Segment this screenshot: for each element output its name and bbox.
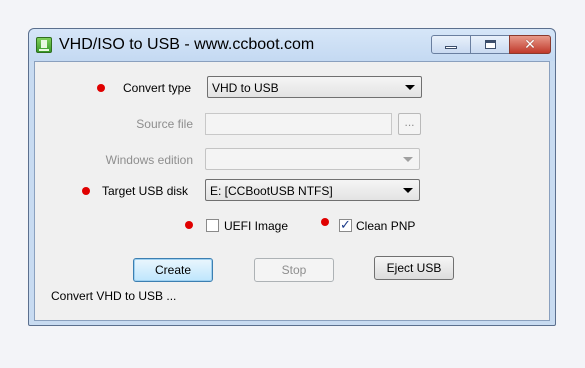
target-usb-disk-value: E: [CCBootUSB NTFS] [210,184,333,198]
windows-edition-label: Windows edition [105,153,193,167]
target-usb-disk-dropdown[interactable]: E: [CCBootUSB NTFS] [205,179,420,201]
clean-pnp-label[interactable]: Clean PNP [356,219,415,233]
clean-pnp-checkbox[interactable]: ✓ [339,217,352,232]
dialog-body: Convert type VHD to USB Source file ... … [34,61,550,321]
required-indicator-clean-pnp [321,218,329,226]
convert-type-label: Convert type [123,81,192,95]
windows-edition-dropdown[interactable] [205,148,420,170]
app-window: VHD/ISO to USB - www.ccboot.com ✕ Conver… [28,28,556,326]
convert-type-value: VHD to USB [212,81,279,95]
required-indicator-convert-type [97,84,105,92]
uefi-image-checkbox[interactable] [206,219,219,232]
create-button[interactable]: Create [133,258,213,282]
browse-source-button[interactable]: ... [398,113,421,135]
close-icon: ✕ [524,36,536,52]
chevron-down-icon [403,157,413,162]
title-bar[interactable]: VHD/ISO to USB - www.ccboot.com ✕ [29,29,555,61]
minimize-button[interactable] [431,35,471,54]
maximize-button[interactable] [470,35,510,54]
source-file-input[interactable] [205,113,392,135]
eject-usb-button[interactable]: Eject USB [374,256,454,280]
usb-app-icon [36,37,52,53]
convert-type-dropdown[interactable]: VHD to USB [207,76,422,98]
checkmark-icon: ✓ [340,217,351,232]
stop-button[interactable]: Stop [254,258,334,282]
chevron-down-icon [405,85,415,90]
required-indicator-uefi [185,221,193,229]
maximize-icon [485,40,496,49]
window-title: VHD/ISO to USB - www.ccboot.com [59,36,315,53]
uefi-image-label[interactable]: UEFI Image [224,219,288,233]
target-usb-disk-label: Target USB disk [102,184,189,198]
close-button[interactable]: ✕ [509,35,551,54]
chevron-down-icon [403,188,413,193]
source-file-label: Source file [136,117,193,131]
status-text: Convert VHD to USB ... [51,289,177,303]
minimize-icon [445,46,457,49]
required-indicator-target-usb [82,187,90,195]
